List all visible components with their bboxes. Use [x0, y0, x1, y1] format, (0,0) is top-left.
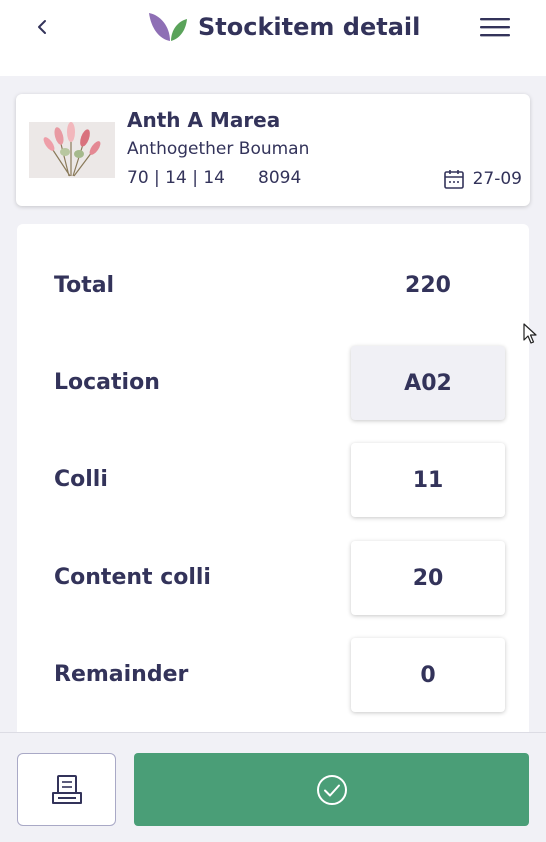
- confirm-button[interactable]: [134, 753, 529, 826]
- product-name: Anth A Marea: [127, 108, 281, 132]
- chevron-left-icon: [38, 20, 46, 34]
- printer-icon: [51, 774, 82, 804]
- page-title: Stockitem detail: [198, 13, 421, 41]
- check-circle-icon: [316, 774, 347, 805]
- leaf-logo: [149, 13, 187, 41]
- date-label: 27-09: [472, 169, 522, 189]
- location-label: Location: [54, 370, 160, 395]
- print-button[interactable]: [17, 753, 116, 826]
- content-colli-value: 20: [412, 565, 444, 591]
- back-button[interactable]: [30, 14, 54, 40]
- calendar-icon: [443, 170, 464, 189]
- product-supplier: Anthogether Bouman: [127, 139, 310, 159]
- content-colli-label: Content colli: [54, 565, 211, 590]
- hamburger-menu-icon: [480, 18, 510, 37]
- app-header: Stockitem detail: [0, 0, 546, 76]
- stock-details: Total 220 Location A02 Colli 11 Content …: [17, 224, 529, 744]
- product-image: [29, 122, 115, 178]
- product-code: 8094: [258, 168, 302, 188]
- total-value: 220: [405, 273, 451, 298]
- remainder-label: Remainder: [54, 662, 189, 687]
- product-specs: 70 | 14 | 14: [127, 168, 225, 188]
- colli-input[interactable]: 11: [351, 443, 505, 517]
- mouse-cursor-icon: [523, 323, 537, 344]
- product-date: 27-09: [443, 168, 522, 190]
- action-bar: [0, 732, 546, 842]
- content-colli-input[interactable]: 20: [351, 541, 505, 615]
- colli-value: 11: [412, 467, 444, 493]
- total-label: Total: [54, 273, 115, 298]
- remainder-input[interactable]: 0: [351, 638, 505, 712]
- remainder-value: 0: [420, 662, 436, 688]
- location-field[interactable]: A02: [351, 346, 505, 420]
- product-card: Anth A Marea Anthogether Bouman 70 | 14 …: [16, 94, 530, 206]
- colli-label: Colli: [54, 467, 108, 492]
- location-value: A02: [404, 370, 452, 396]
- menu-button[interactable]: [478, 14, 512, 40]
